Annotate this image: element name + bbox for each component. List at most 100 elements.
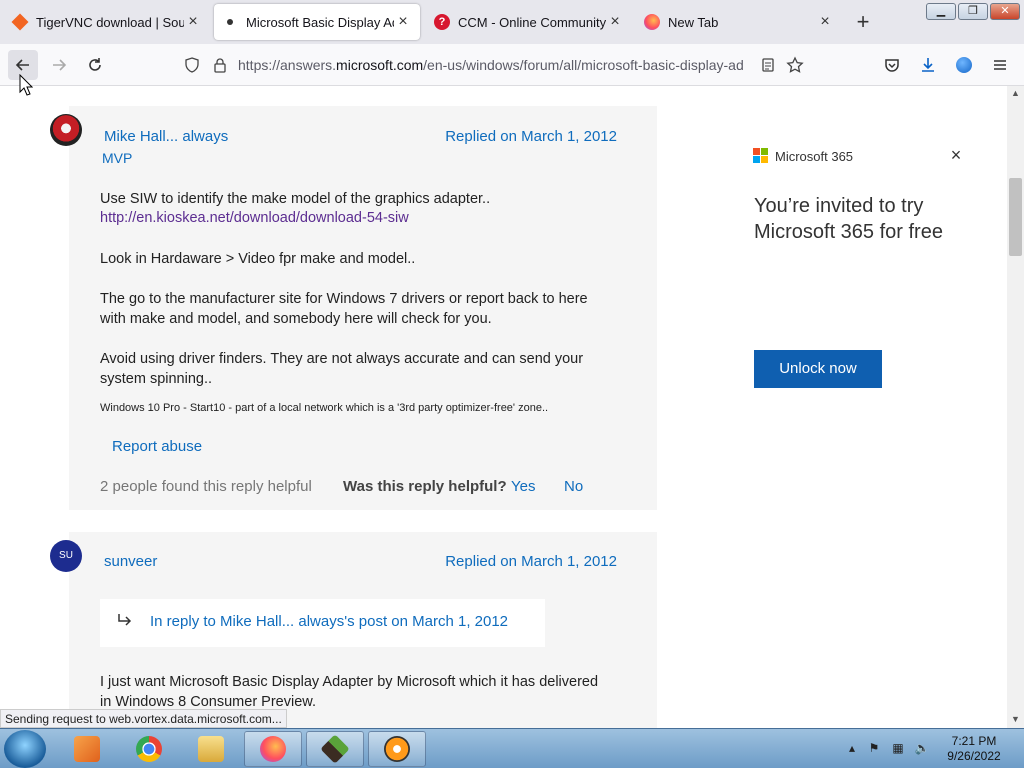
tab-tigervnc[interactable]: TigerVNC download | Source × — [4, 4, 210, 40]
signature: Windows 10 Pro - Start10 - part of a loc… — [100, 402, 549, 414]
helpful-count: 2 people found this reply helpful — [100, 478, 312, 495]
helpful-question: Was this reply helpful? — [343, 478, 507, 495]
close-icon[interactable]: × — [816, 13, 834, 31]
navigation-toolbar: https://answers.microsoft.com/en-us/wind… — [0, 44, 1024, 86]
close-window-button[interactable]: ✕ — [990, 3, 1020, 20]
show-hidden-icons[interactable]: ▴ — [844, 741, 860, 757]
tab-strip: TigerVNC download | Source × Microsoft B… — [0, 0, 1024, 44]
shield-icon[interactable] — [184, 57, 200, 73]
new-tab-button[interactable]: + — [852, 11, 874, 34]
arrow-right-icon — [53, 59, 67, 71]
reply-arrow-icon — [118, 614, 132, 626]
tab-ccm[interactable]: ? CCM - Online Community × — [426, 4, 632, 40]
app-icon — [384, 736, 410, 762]
post-text: The go to the manufacturer site for Wind… — [100, 291, 588, 307]
folder-icon — [198, 736, 224, 762]
reload-button[interactable] — [80, 50, 110, 80]
tab-title: Microsoft Basic Display Adap — [246, 14, 394, 30]
downloads-button[interactable] — [913, 50, 943, 80]
taskbar-media-player[interactable] — [58, 731, 116, 767]
post-text: Look in Hardaware > Video fpr make and m… — [100, 251, 416, 267]
lock-icon[interactable] — [212, 57, 228, 73]
scroll-thumb[interactable] — [1009, 178, 1022, 256]
loading-dot-icon — [227, 19, 233, 25]
taskbar: ▴ ⚑ ▦ 🔈 7:21 PM 9/26/2022 — [0, 728, 1024, 768]
extension-button[interactable] — [949, 50, 979, 80]
hamburger-menu-icon — [994, 60, 1006, 70]
firefox-icon — [644, 14, 660, 30]
in-reply-to-link[interactable]: In reply to Mike Hall... always's post o… — [150, 613, 508, 630]
taskbar-file-explorer[interactable] — [182, 731, 240, 767]
ad-headline: You’re invited to try Microsoft 365 for … — [754, 195, 943, 243]
sourceforge-icon — [11, 13, 29, 31]
tab-title: New Tab — [668, 14, 719, 30]
tab-title: CCM - Online Community — [458, 14, 606, 30]
author-name[interactable]: sunveer — [104, 553, 157, 570]
post-text: Use SIW to identify the make model of th… — [100, 191, 491, 207]
address-bar[interactable]: https://answers.microsoft.com/en-us/wind… — [172, 50, 812, 80]
replied-date[interactable]: Replied on March 1, 2012 — [400, 553, 617, 570]
in-reply-to-box[interactable]: In reply to Mike Hall... always's post o… — [100, 599, 545, 647]
url-path: /en-us/windows/forum/all/microsoft-basic… — [423, 57, 744, 73]
mouse-cursor-icon — [19, 74, 33, 96]
system-clock[interactable]: 7:21 PM 9/26/2022 — [940, 734, 1008, 764]
author-avatar[interactable]: SU — [50, 540, 82, 572]
taskbar-app[interactable] — [368, 731, 426, 767]
url-domain: microsoft.com — [336, 57, 424, 73]
minimize-button[interactable]: ▁ — [926, 3, 956, 20]
restore-button[interactable]: ❐ — [958, 3, 988, 20]
tab-microsoft-basic-display[interactable]: Microsoft Basic Display Adap × — [214, 4, 420, 40]
author-avatar[interactable] — [50, 114, 82, 146]
vertical-scrollbar[interactable]: ▲ ▼ — [1007, 86, 1024, 728]
scroll-up-icon[interactable]: ▲ — [1007, 88, 1024, 100]
post-text: I just want Microsoft Basic Display Adap… — [100, 674, 599, 690]
tab-new-tab[interactable]: New Tab × — [636, 4, 842, 40]
clock-time: 7:21 PM — [951, 734, 997, 748]
post-text: Avoid using driver finders. They are not… — [100, 351, 584, 367]
clock-date: 9/26/2022 — [947, 749, 1001, 763]
reader-view-icon[interactable] — [760, 57, 776, 73]
microsoft-logo-icon — [753, 148, 769, 164]
arrow-left-icon — [15, 59, 29, 71]
download-icon — [922, 58, 934, 72]
taskbar-minecraft[interactable] — [306, 731, 364, 767]
media-player-icon — [74, 736, 100, 762]
chrome-icon — [136, 736, 162, 762]
page-content: Mike Hall... always MVP Replied on March… — [0, 86, 1007, 728]
scroll-down-icon[interactable]: ▼ — [1007, 714, 1024, 726]
volume-icon[interactable]: 🔈 — [914, 741, 930, 757]
author-name[interactable]: Mike Hall... always — [104, 128, 228, 145]
close-icon[interactable]: × — [394, 13, 412, 31]
ad-brand: Microsoft 365 — [775, 149, 854, 164]
siw-download-link[interactable]: http://en.kioskea.net/download/download-… — [100, 210, 409, 226]
unlock-now-button[interactable]: Unlock now — [754, 350, 882, 388]
network-icon[interactable]: ▦ — [890, 741, 906, 757]
taskbar-chrome[interactable] — [120, 731, 178, 767]
pocket-icon — [885, 59, 899, 72]
forward-button[interactable] — [44, 50, 74, 80]
menu-button[interactable] — [985, 50, 1015, 80]
taskbar-firefox[interactable] — [244, 731, 302, 767]
firefox-icon — [260, 736, 286, 762]
replied-date[interactable]: Replied on March 1, 2012 — [400, 128, 617, 145]
ccm-question-icon: ? — [434, 14, 450, 30]
bookmark-star-icon[interactable] — [786, 56, 804, 74]
reload-icon — [89, 58, 101, 71]
globe-extension-icon — [956, 57, 972, 73]
post-text: system spinning.. — [100, 371, 213, 387]
ad-close-icon[interactable]: × — [948, 146, 964, 164]
url-prefix: https://answers. — [238, 57, 337, 73]
tab-title: TigerVNC download | Source — [36, 14, 184, 30]
url-text[interactable]: https://answers.microsoft.com/en-us/wind… — [238, 57, 750, 73]
report-abuse-link[interactable]: Report abuse — [112, 438, 202, 455]
action-center-icon[interactable]: ⚑ — [866, 741, 882, 757]
start-button[interactable] — [4, 730, 46, 768]
helpful-no-button[interactable]: No — [564, 478, 583, 495]
close-icon[interactable]: × — [184, 13, 202, 31]
helpful-yes-button[interactable]: Yes — [511, 478, 535, 495]
pocket-button[interactable] — [877, 50, 907, 80]
post-text: with make and model, and somebody here w… — [100, 311, 492, 327]
status-bar: Sending request to web.vortex.data.micro… — [0, 709, 287, 728]
close-icon[interactable]: × — [606, 13, 624, 31]
author-role: MVP — [102, 150, 133, 166]
